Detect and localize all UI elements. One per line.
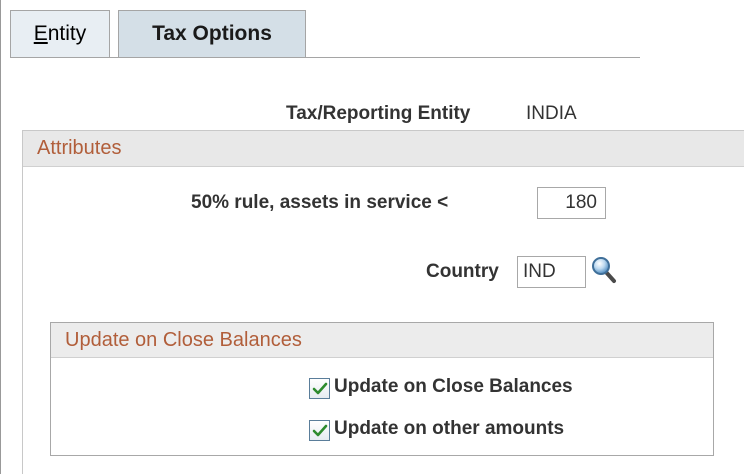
tab-entity-label: Entity xyxy=(33,22,87,45)
check-icon xyxy=(312,382,328,395)
tab-strip: Entity Tax Options xyxy=(10,10,640,58)
update-other-amounts-checkbox[interactable] xyxy=(309,420,330,441)
update-close-balances-checkbox[interactable] xyxy=(309,378,330,399)
update-close-balances-label: Update on Close Balances xyxy=(334,376,573,397)
entity-label: Tax/Reporting Entity xyxy=(286,103,471,124)
check-icon xyxy=(312,424,328,437)
rule-days-input[interactable] xyxy=(537,187,606,219)
attributes-header: Attributes xyxy=(23,131,744,167)
close-balances-group: Update on Close Balances Update on Close… xyxy=(50,322,714,456)
tab-entity[interactable]: Entity xyxy=(10,10,110,57)
country-input[interactable] xyxy=(517,256,586,288)
tab-strip-underline xyxy=(10,57,640,58)
close-balances-header: Update on Close Balances xyxy=(51,323,713,358)
tab-tax-options[interactable]: Tax Options xyxy=(118,10,306,58)
page-left-border xyxy=(0,0,1,474)
country-label: Country xyxy=(426,261,499,282)
update-other-amounts-label: Update on other amounts xyxy=(334,418,565,439)
rule-label: 50% rule, assets in service < xyxy=(191,192,449,213)
close-balances-title: Update on Close Balances xyxy=(65,329,302,351)
magnifier-icon[interactable] xyxy=(591,256,617,284)
tab-tax-options-label: Tax Options xyxy=(152,22,272,45)
entity-value: INDIA xyxy=(526,103,577,124)
attributes-title: Attributes xyxy=(37,137,122,159)
